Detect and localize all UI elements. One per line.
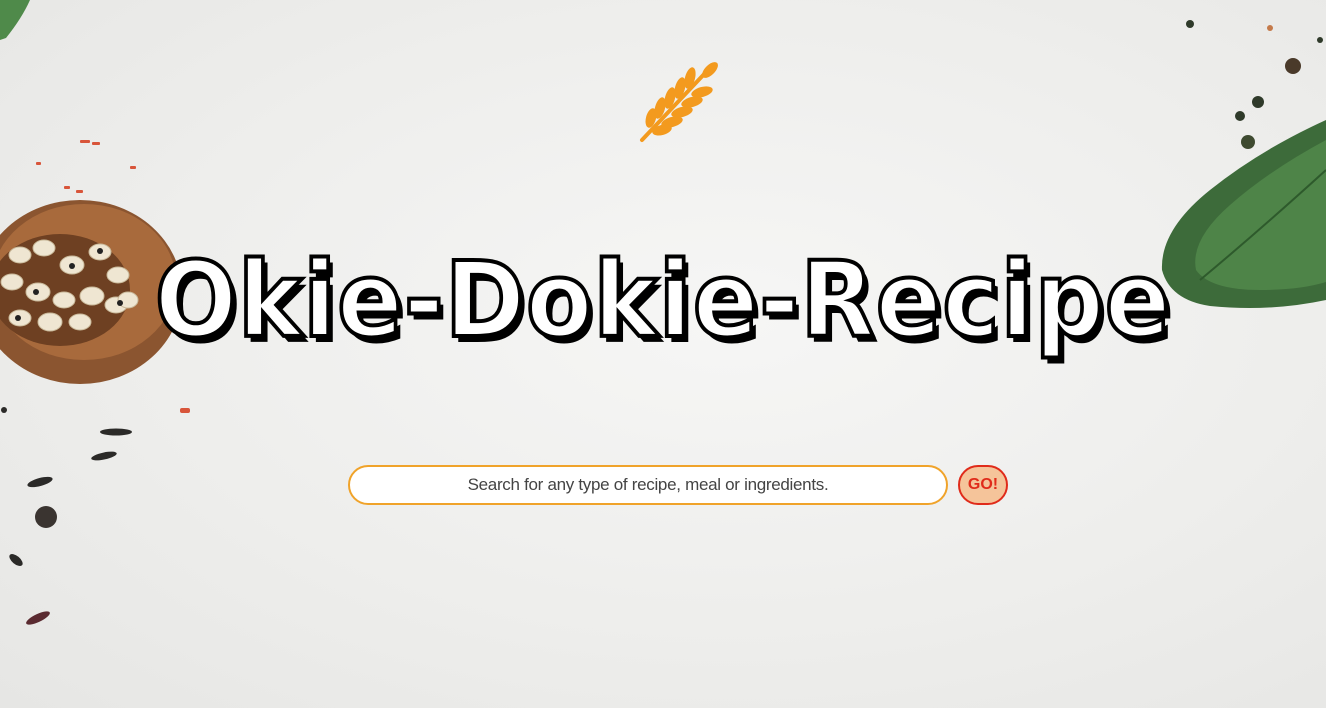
wheat-icon <box>640 62 718 142</box>
logo <box>636 62 720 146</box>
peppercorn-icon <box>1186 20 1323 149</box>
site-title: Okie-Dokie-Recipe <box>153 238 1172 362</box>
search-input[interactable] <box>348 465 948 505</box>
leaf-icon <box>0 0 30 40</box>
rice-grain-icon <box>1 407 132 625</box>
go-button[interactable]: GO! <box>958 465 1008 505</box>
search-form: GO! <box>348 465 1010 507</box>
